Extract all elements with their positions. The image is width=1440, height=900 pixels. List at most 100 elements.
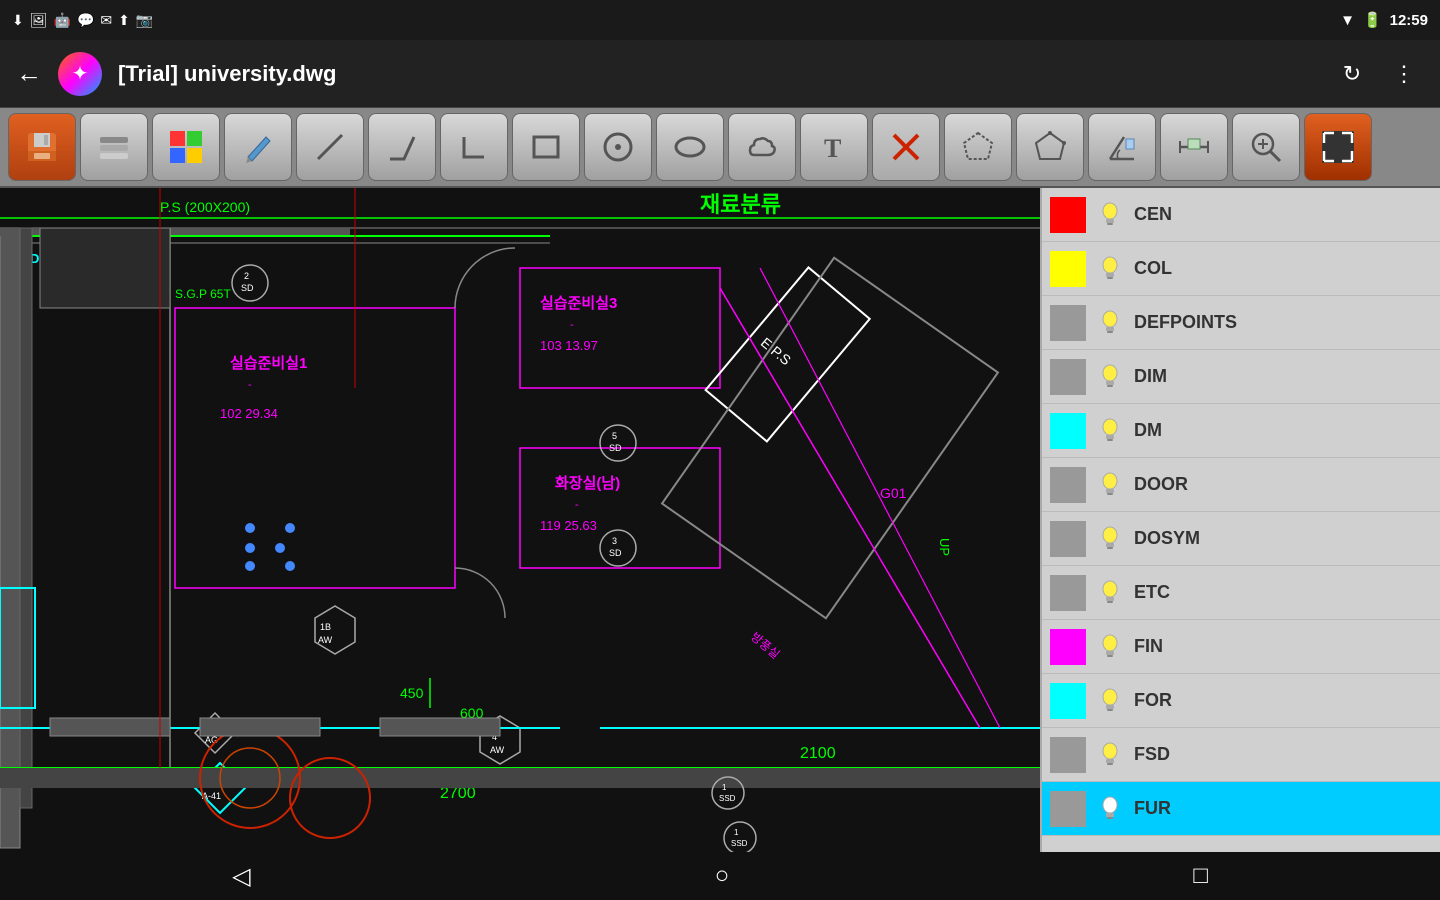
layer-item-fur[interactable]: FUR	[1042, 782, 1440, 836]
recent-nav-button[interactable]: □	[1169, 854, 1232, 898]
svg-text:UP: UP	[937, 538, 952, 556]
home-nav-button[interactable]: ○	[691, 854, 754, 898]
layer-item-dosym[interactable]: DOSYM	[1042, 512, 1440, 566]
fullscreen-button[interactable]	[1304, 113, 1372, 181]
layer-bulb-cen[interactable]	[1094, 199, 1126, 231]
svg-text:-: -	[248, 379, 252, 391]
angle-button[interactable]	[368, 113, 436, 181]
svg-text:화장실(남): 화장실(남)	[555, 474, 620, 492]
layer-bulb-col[interactable]	[1094, 253, 1126, 285]
layer-bulb-dosym[interactable]	[1094, 523, 1126, 555]
layer-name-etc: ETC	[1134, 582, 1432, 603]
layer-bulb-for[interactable]	[1094, 685, 1126, 717]
layer-name-cen: CEN	[1134, 204, 1432, 225]
layer-name-dim: DIM	[1134, 366, 1432, 387]
main-content: 재료분류 P.S (200X200) DT5143 S.G.P 65T	[0, 188, 1440, 852]
svg-text:SSD: SSD	[731, 839, 748, 848]
text-button[interactable]: T	[800, 113, 868, 181]
ellipse-button[interactable]	[656, 113, 724, 181]
cloud-button[interactable]	[728, 113, 796, 181]
svg-text:-: -	[570, 319, 574, 331]
layer-item-fin[interactable]: FIN	[1042, 620, 1440, 674]
layer-bulb-fin[interactable]	[1094, 631, 1126, 663]
layer-bulb-etc[interactable]	[1094, 577, 1126, 609]
svg-text:G01: G01	[880, 485, 907, 501]
layer-color-cen	[1050, 197, 1086, 233]
layer-color-fur	[1050, 791, 1086, 827]
layer-bulb-door[interactable]	[1094, 469, 1126, 501]
svg-text:119 25.63: 119 25.63	[540, 518, 597, 533]
layer-color-fin	[1050, 629, 1086, 665]
layer-item-cen[interactable]: CEN	[1042, 188, 1440, 242]
svg-text:SD: SD	[609, 443, 622, 453]
layer-bulb-defpoints[interactable]	[1094, 307, 1126, 339]
download-icon: ⬇	[12, 12, 24, 29]
select-polygon-button[interactable]	[944, 113, 1012, 181]
pen-button[interactable]	[224, 113, 292, 181]
menu-button[interactable]: ⋮	[1384, 54, 1424, 94]
layer-item-defpoints[interactable]: DEFPOINTS	[1042, 296, 1440, 350]
rectangle-button[interactable]	[512, 113, 580, 181]
battery-icon: 🔋	[1363, 11, 1382, 29]
svg-text:1: 1	[734, 828, 739, 837]
measure-distance-button[interactable]	[1160, 113, 1228, 181]
layer-color-dosym	[1050, 521, 1086, 557]
layer-bulb-fur[interactable]	[1094, 793, 1126, 825]
svg-text:102 29.34: 102 29.34	[220, 406, 278, 421]
svg-text:재료분류: 재료분류	[700, 192, 781, 217]
refresh-button[interactable]: ↻	[1332, 54, 1372, 94]
layer-item-fsd[interactable]: FSD	[1042, 728, 1440, 782]
svg-text:103 13.97: 103 13.97	[540, 338, 598, 353]
layer-bulb-dm[interactable]	[1094, 415, 1126, 447]
email-icon: ✉	[100, 12, 112, 29]
upload-icon: ⬆	[118, 12, 130, 29]
svg-text:3: 3	[612, 536, 617, 546]
nav-bar: ◁ ○ □	[0, 852, 1440, 900]
line-button[interactable]	[296, 113, 364, 181]
layer-bulb-fsd[interactable]	[1094, 739, 1126, 771]
svg-text:AW: AW	[490, 745, 505, 755]
palette-button[interactable]	[152, 113, 220, 181]
svg-text:2100: 2100	[800, 745, 836, 762]
layer-name-defpoints: DEFPOINTS	[1134, 312, 1432, 333]
layer-color-etc	[1050, 575, 1086, 611]
svg-text:SD: SD	[609, 548, 622, 558]
svg-text:AW: AW	[318, 635, 333, 645]
layer-item-col[interactable]: COL	[1042, 242, 1440, 296]
svg-text:실습준비실3: 실습준비실3	[540, 295, 617, 312]
svg-text:5: 5	[612, 431, 617, 441]
wifi-icon: ▼	[1340, 12, 1355, 29]
layer-item-for[interactable]: FOR	[1042, 674, 1440, 728]
open-rect-button[interactable]	[440, 113, 508, 181]
layer-item-dim[interactable]: DIM	[1042, 350, 1440, 404]
camera-icon: 📷	[136, 12, 153, 29]
delete-button[interactable]	[872, 113, 940, 181]
cad-canvas[interactable]: 재료분류 P.S (200X200) DT5143 S.G.P 65T	[0, 188, 1040, 852]
layer-color-for	[1050, 683, 1086, 719]
save-button[interactable]	[8, 113, 76, 181]
circle-button[interactable]	[584, 113, 652, 181]
layer-item-etc[interactable]: ETC	[1042, 566, 1440, 620]
back-nav-button[interactable]: ◁	[208, 854, 274, 899]
back-button[interactable]: ←	[16, 58, 42, 89]
layer-item-dm[interactable]: DM	[1042, 404, 1440, 458]
layer-name-door: DOOR	[1134, 474, 1432, 495]
select-polygon2-button[interactable]	[1016, 113, 1084, 181]
zoom-button[interactable]	[1232, 113, 1300, 181]
layers-button[interactable]	[80, 113, 148, 181]
measure-angle-button[interactable]	[1088, 113, 1156, 181]
layer-item-door[interactable]: DOOR	[1042, 458, 1440, 512]
layer-name-fin: FIN	[1134, 636, 1432, 657]
svg-text:S.G.P 65T: S.G.P 65T	[175, 287, 231, 301]
layer-bulb-dim[interactable]	[1094, 361, 1126, 393]
status-right: ▼ 🔋 12:59	[1340, 11, 1428, 29]
svg-text:1B: 1B	[320, 622, 331, 632]
file-title: [Trial] university.dwg	[118, 61, 1316, 87]
layer-name-fsd: FSD	[1134, 744, 1432, 765]
layer-color-dim	[1050, 359, 1086, 395]
layer-list: CEN COL DEFPOINTS DIM DM DOOR DOSYM ETC FIN FOR FS…	[1042, 188, 1440, 836]
layer-name-dm: DM	[1134, 420, 1432, 441]
layer-panel: CEN COL DEFPOINTS DIM DM DOOR DOSYM ETC FIN FOR FS…	[1040, 188, 1440, 852]
layer-color-dm	[1050, 413, 1086, 449]
title-bar: ← ✦ [Trial] university.dwg ↻ ⋮	[0, 40, 1440, 108]
